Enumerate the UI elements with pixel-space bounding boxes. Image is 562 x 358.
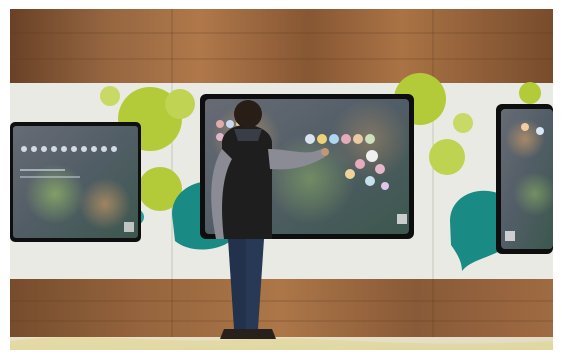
photo (10, 9, 553, 350)
vignette (10, 9, 553, 350)
photo-scene (10, 9, 553, 350)
image-frame (0, 0, 562, 358)
